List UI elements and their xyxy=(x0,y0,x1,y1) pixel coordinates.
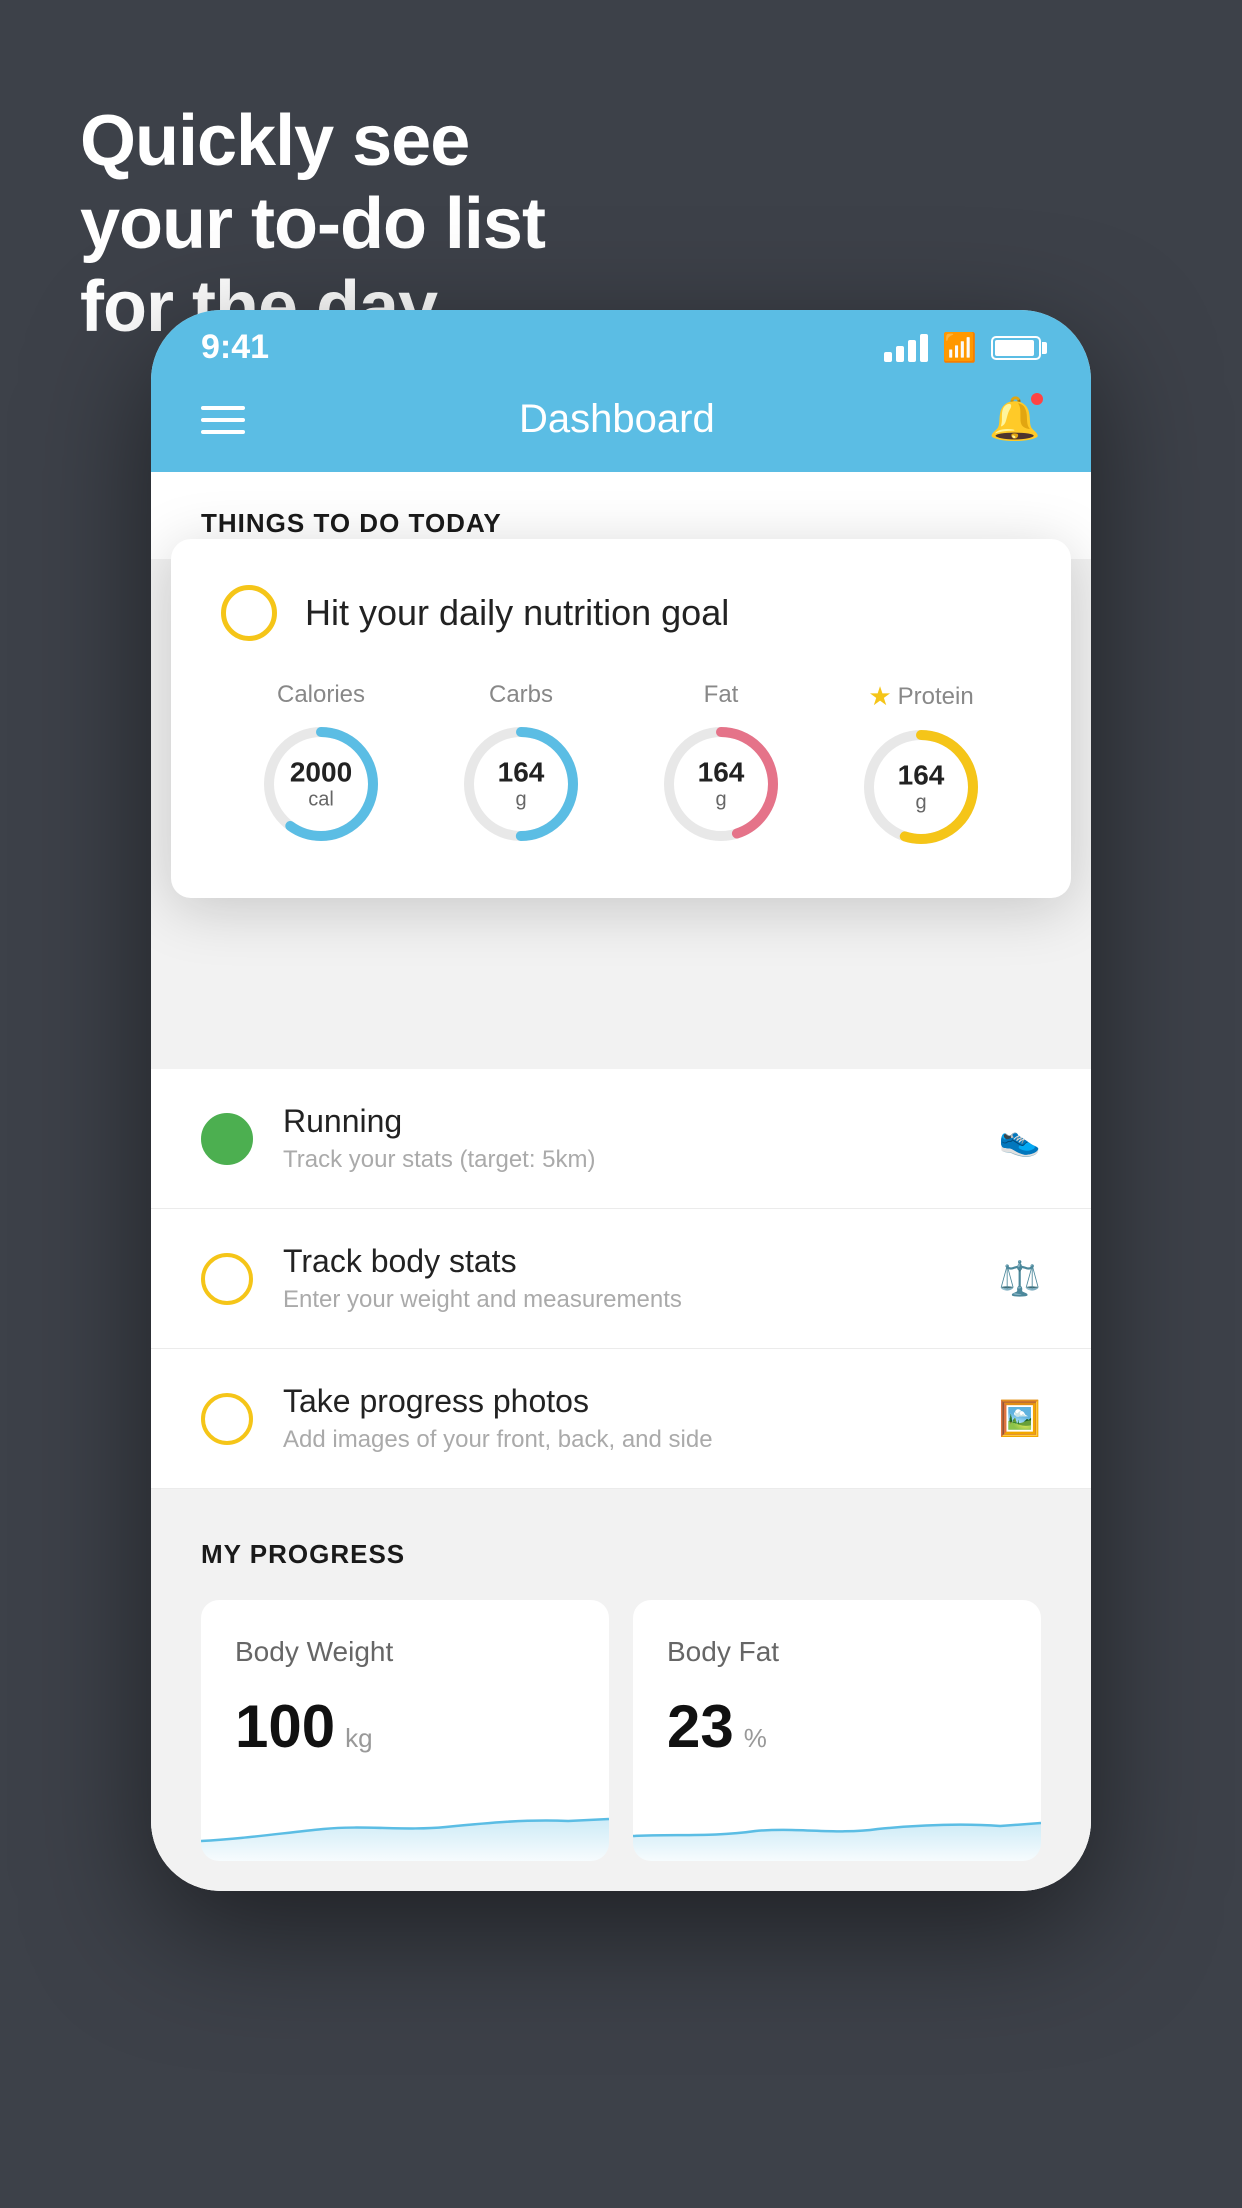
fat-value: 164 xyxy=(698,758,745,789)
calories-value: 2000 xyxy=(290,758,352,789)
progress-section: MY PROGRESS Body Weight 100 kg xyxy=(151,1489,1091,1891)
card-title: Hit your daily nutrition goal xyxy=(305,592,729,634)
macro-protein-label: ★ Protein xyxy=(868,681,973,712)
macro-carbs-label: Carbs xyxy=(489,681,553,709)
body-stats-text: Track body stats Enter your weight and m… xyxy=(283,1243,969,1314)
photo-icon: 🖼️ xyxy=(999,1399,1041,1439)
status-icons: 📶 xyxy=(884,331,1041,364)
macro-fat-label: Fat xyxy=(704,681,739,709)
body-stats-checkbox[interactable] xyxy=(201,1253,253,1305)
protein-value: 164 xyxy=(898,761,945,792)
body-fat-value: 23 xyxy=(667,1692,734,1761)
calories-ring: 2000 cal xyxy=(256,719,386,849)
notification-bell[interactable]: 🔔 xyxy=(989,395,1041,444)
todo-item-body-stats[interactable]: Track body stats Enter your weight and m… xyxy=(151,1209,1091,1349)
photos-title: Take progress photos xyxy=(283,1383,969,1420)
photos-text: Take progress photos Add images of your … xyxy=(283,1383,969,1454)
running-subtitle: Track your stats (target: 5km) xyxy=(283,1146,969,1174)
running-icon: 👟 xyxy=(999,1119,1041,1159)
todo-list: Running Track your stats (target: 5km) 👟… xyxy=(151,1069,1091,1489)
status-bar: 9:41 📶 xyxy=(151,310,1091,377)
body-weight-value: 100 xyxy=(235,1692,335,1761)
todo-item-photos[interactable]: Take progress photos Add images of your … xyxy=(151,1349,1091,1489)
scale-icon: ⚖️ xyxy=(999,1259,1041,1299)
calories-unit: cal xyxy=(290,788,352,810)
body-weight-title: Body Weight xyxy=(235,1636,575,1668)
progress-header: MY PROGRESS xyxy=(201,1539,1041,1570)
carbs-ring: 164 g xyxy=(456,719,586,849)
photos-checkbox[interactable] xyxy=(201,1393,253,1445)
macro-calories: Calories 2000 cal xyxy=(256,681,386,849)
status-time: 9:41 xyxy=(201,328,269,367)
carbs-unit: g xyxy=(498,788,545,810)
background: Quickly see your to-do list for the day.… xyxy=(0,0,1242,2208)
body-weight-unit: kg xyxy=(345,1723,372,1754)
protein-ring: 164 g xyxy=(856,722,986,852)
things-header-text: THINGS TO DO TODAY xyxy=(201,508,502,538)
nav-bar: Dashboard 🔔 xyxy=(151,377,1091,472)
macro-fat: Fat 164 g xyxy=(656,681,786,849)
fat-ring: 164 g xyxy=(656,719,786,849)
body-stats-subtitle: Enter your weight and measurements xyxy=(283,1286,969,1314)
macro-carbs: Carbs 164 g xyxy=(456,681,586,849)
carbs-value: 164 xyxy=(498,758,545,789)
body-stats-title: Track body stats xyxy=(283,1243,969,1280)
macro-calories-label: Calories xyxy=(277,681,365,709)
body-fat-card: Body Fat 23 % xyxy=(633,1600,1041,1861)
body-fat-title: Body Fat xyxy=(667,1636,1007,1668)
running-checkbox[interactable] xyxy=(201,1113,253,1165)
body-weight-chart xyxy=(201,1791,609,1861)
progress-cards: Body Weight 100 kg xyxy=(201,1600,1041,1861)
notification-dot xyxy=(1029,391,1045,407)
nutrition-card: Hit your daily nutrition goal Calories xyxy=(171,539,1071,898)
task-checkbox[interactable] xyxy=(221,585,277,641)
todo-item-running[interactable]: Running Track your stats (target: 5km) 👟 xyxy=(151,1069,1091,1209)
body-fat-value-row: 23 % xyxy=(667,1692,1007,1761)
nav-title: Dashboard xyxy=(519,397,715,442)
body-weight-value-row: 100 kg xyxy=(235,1692,575,1761)
wifi-icon: 📶 xyxy=(942,331,977,364)
running-text: Running Track your stats (target: 5km) xyxy=(283,1103,969,1174)
body-fat-chart xyxy=(633,1791,1041,1861)
fat-unit: g xyxy=(698,788,745,810)
star-icon: ★ xyxy=(868,681,891,712)
photos-subtitle: Add images of your front, back, and side xyxy=(283,1426,969,1454)
body-fat-unit: % xyxy=(744,1723,767,1754)
app-content: THINGS TO DO TODAY Hit your daily nutrit… xyxy=(151,472,1091,1891)
phone-shell: 9:41 📶 Dashboard 🔔 xyxy=(151,310,1091,1891)
protein-unit: g xyxy=(898,791,945,813)
card-title-row: Hit your daily nutrition goal xyxy=(221,585,1021,641)
hamburger-menu[interactable] xyxy=(201,406,245,434)
signal-icon xyxy=(884,334,928,362)
battery-icon xyxy=(991,336,1041,360)
body-weight-card: Body Weight 100 kg xyxy=(201,1600,609,1861)
running-title: Running xyxy=(283,1103,969,1140)
macros-row: Calories 2000 cal xyxy=(221,681,1021,852)
macro-protein: ★ Protein 164 g xyxy=(856,681,986,852)
